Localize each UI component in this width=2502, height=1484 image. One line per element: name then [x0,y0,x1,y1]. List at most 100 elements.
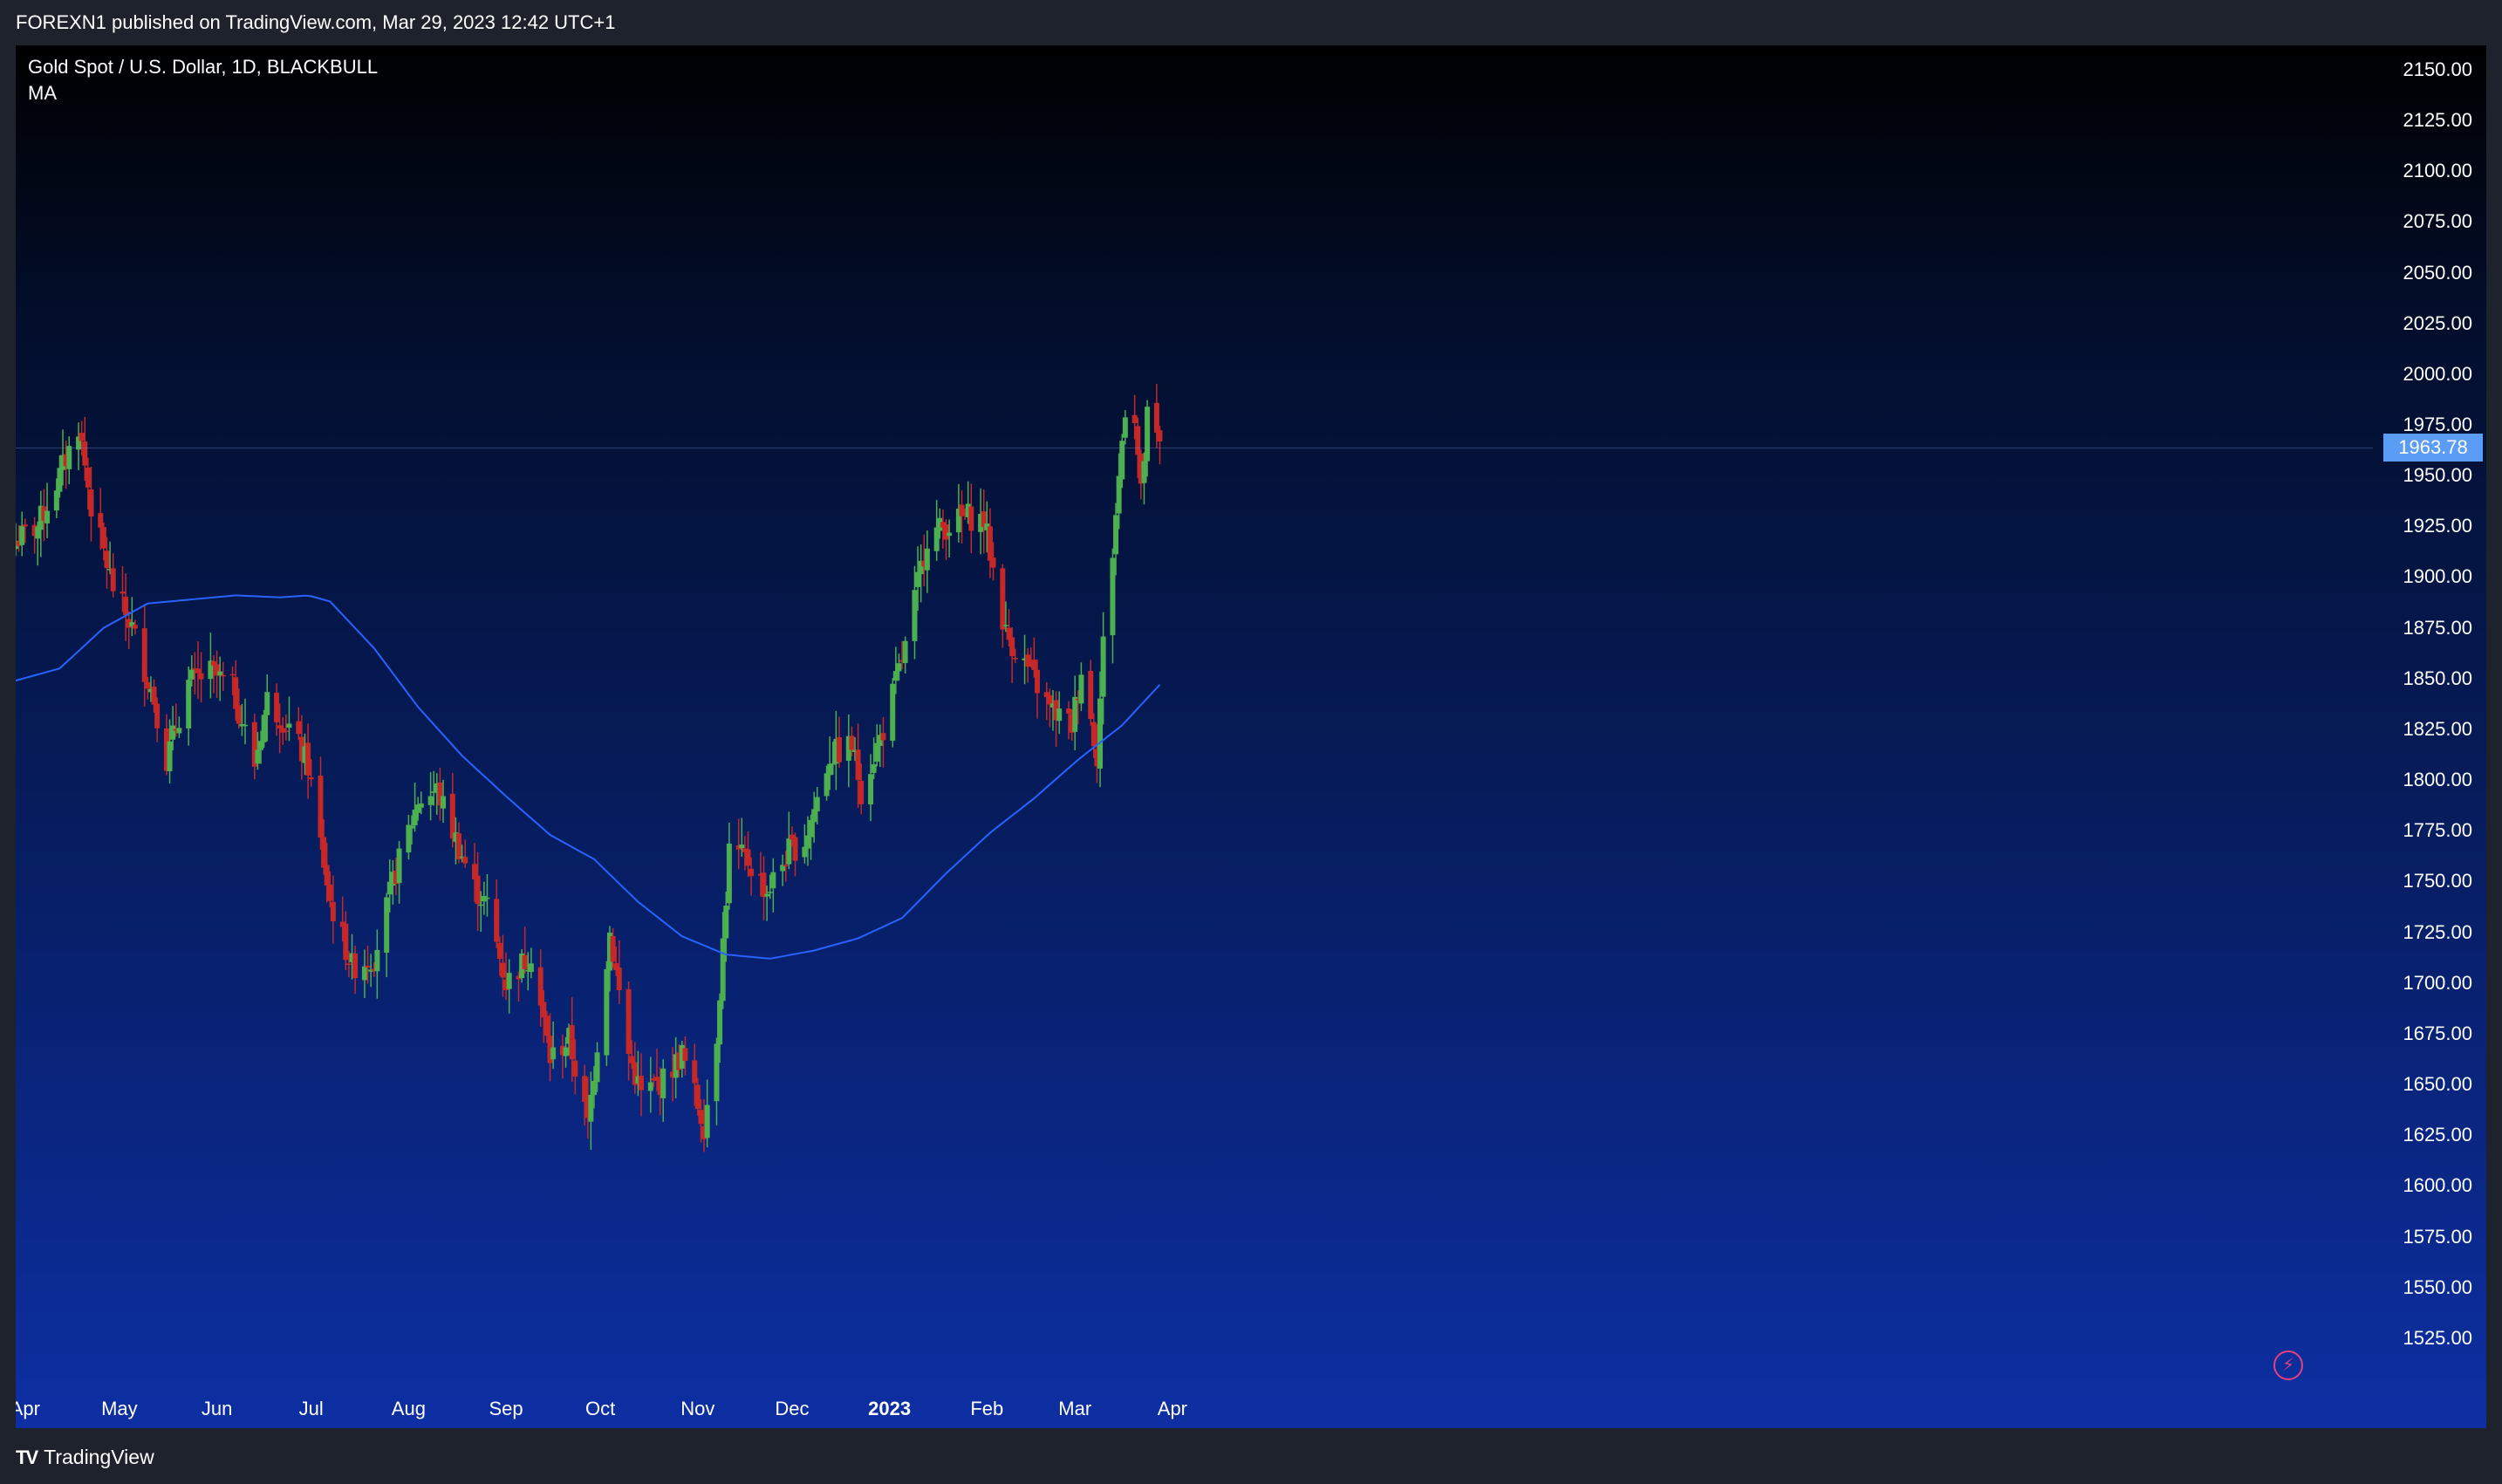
candle-down[interactable] [365,965,371,968]
candle-down[interactable] [1135,426,1141,455]
candle-up[interactable] [478,904,484,906]
candle-down[interactable] [352,953,359,979]
candle-up[interactable] [604,969,610,1056]
candle-down[interactable] [749,868,755,877]
candle-down[interactable] [698,1110,704,1125]
candle-down[interactable] [522,954,528,969]
candle-up[interactable] [1100,636,1106,697]
candle-down[interactable] [79,433,85,441]
candle-down[interactable] [475,875,481,905]
candle-down[interactable] [462,857,468,864]
candle-down[interactable] [783,865,789,866]
candle-down[interactable] [141,628,147,682]
candle-down[interactable] [345,963,352,966]
candle-up[interactable] [563,1047,569,1057]
candle-up[interactable] [441,796,447,809]
candle-up[interactable] [1145,407,1151,462]
candle-down[interactable] [626,988,632,1055]
candle-down[interactable] [1066,708,1072,714]
candle-up[interactable] [588,1094,594,1122]
candle-down[interactable] [537,967,543,1006]
candle-down[interactable] [1131,414,1138,423]
candle-down[interactable] [880,733,886,741]
candle-down[interactable] [855,749,861,781]
candle-up[interactable] [717,1000,723,1045]
candle-up[interactable] [186,680,192,728]
candle-up[interactable] [824,773,830,797]
candle-down[interactable] [582,1076,588,1103]
candle-up[interactable] [1141,461,1147,483]
candle-up[interactable] [714,1043,720,1102]
candle-down[interactable] [1088,670,1094,720]
candle-up[interactable] [830,763,836,765]
candle-up[interactable] [374,949,380,972]
candle-up[interactable] [1078,674,1084,704]
candle-down[interactable] [296,721,302,735]
candle-down[interactable] [1034,669,1040,694]
candle-up[interactable] [924,548,930,571]
candle-up[interactable] [261,715,267,742]
candle-up[interactable] [243,724,249,727]
candle-up[interactable] [647,1082,653,1091]
candle-down[interactable] [236,705,242,724]
candle-down[interactable] [198,673,204,680]
candle-up[interactable] [1072,696,1078,732]
candle-down[interactable] [1157,430,1163,442]
candle-up[interactable] [44,510,51,523]
candle-up[interactable] [933,527,940,551]
candle-up[interactable] [506,973,512,989]
candle-down[interactable] [745,849,751,866]
candle-down[interactable] [151,687,157,705]
candle-down[interactable] [305,742,311,776]
candle-down[interactable] [692,1060,698,1084]
candle-down[interactable] [233,677,239,709]
candle-down[interactable] [104,551,110,569]
candle-down[interactable] [1153,402,1159,433]
candle-up[interactable] [764,893,770,897]
candle-up[interactable] [804,835,810,849]
time-axis[interactable]: Apr May Jun Jul Aug Sep Oct Nov Dec 2023 Feb Mar Apr [16,1389,2373,1428]
candle-down[interactable] [154,703,161,728]
candle-up[interactable] [176,728,182,734]
candle-down[interactable] [321,837,327,868]
candle-up[interactable] [660,1068,667,1098]
candle-down[interactable] [1025,654,1031,667]
candle-down[interactable] [1009,637,1015,657]
candle-up[interactable] [704,1104,710,1139]
candle-up[interactable] [767,892,773,893]
candle-up[interactable] [1113,515,1119,555]
candle-up[interactable] [808,819,814,838]
candle-up[interactable] [427,796,434,805]
candle-up[interactable] [890,683,896,742]
candle-down[interactable] [123,596,129,616]
candle-up[interactable] [814,797,820,811]
candle-down[interactable] [229,674,236,676]
candle-down[interactable] [277,725,283,728]
chart-area[interactable]: Gold Spot / U.S. Dollar, 1D, BLACKBULL M… [16,45,2486,1428]
candle-down[interactable] [324,865,330,886]
candle-down[interactable] [541,1002,547,1018]
candle-up[interactable] [66,446,72,469]
candle-down[interactable] [110,568,116,592]
candle-down[interactable] [22,524,28,527]
candle-down[interactable] [274,693,280,722]
candle-up[interactable] [406,824,412,853]
candle-down[interactable] [496,942,502,959]
candle-down[interactable] [858,780,865,804]
candle-down[interactable] [943,524,949,540]
candle-up[interactable] [167,741,173,772]
candle-down[interactable] [682,1048,688,1061]
candle-down[interactable] [330,901,336,922]
candle-down[interactable] [968,506,974,531]
candle-down[interactable] [849,735,855,750]
candle-down[interactable] [610,935,616,962]
candle-up[interactable] [396,848,402,884]
candle-down[interactable] [98,513,104,528]
candle-up[interactable] [827,763,833,776]
candle-up[interactable] [264,692,270,715]
candle-up[interactable] [1119,441,1125,480]
tradingview-brand[interactable]: TV TradingView [16,1446,154,1469]
candle-down[interactable] [449,793,455,839]
candle-down[interactable] [195,668,201,674]
candle-up[interactable] [726,843,732,904]
